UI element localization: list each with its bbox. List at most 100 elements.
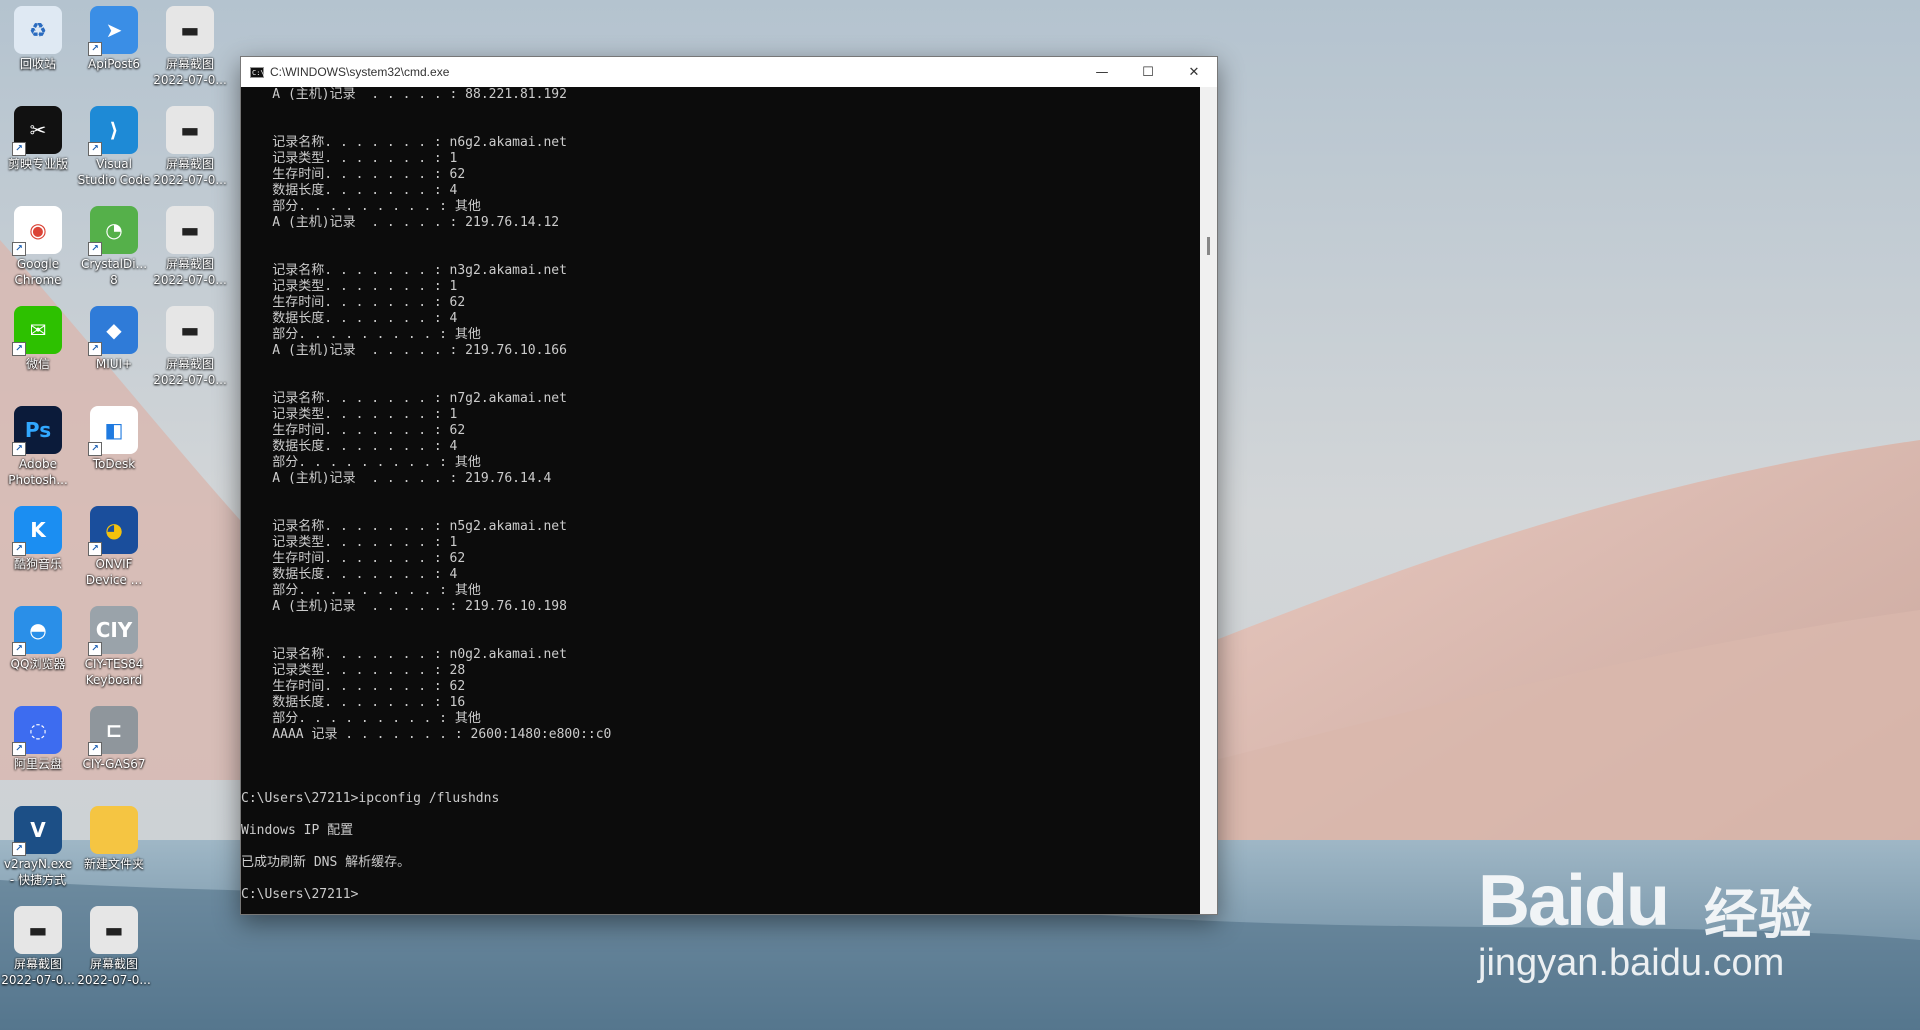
console-output[interactable]: A (主机)记录 . . . . . : 88.221.81.192 记录名称.… [241,87,1200,914]
console-line: 生存时间. . . . . . . : 62 [241,551,466,566]
console-line: A (主机)记录 . . . . . : 88.221.81.192 [241,87,567,102]
desktop-shortcut[interactable]: ✉ ↗ 微信 [2,306,74,372]
desktop-shortcut[interactable]: K ↗ 酷狗音乐 [2,506,74,572]
desktop-shortcut[interactable]: ◔ ↗ CrystalDi... 8 [78,206,150,288]
console-line [241,359,1200,375]
wechat-icon: ✉ ↗ [12,306,62,356]
recycle-bin-icon: ♻ [14,6,62,54]
console-line [241,839,1200,855]
desktop-shortcut[interactable]: 新建文件夹 [78,806,150,872]
shortcut-arrow-icon: ↗ [88,242,102,256]
desktop-icon-label: 新建文件夹 [83,857,144,871]
console-line: C:\Users\27211> [241,887,359,902]
civ-gas67-icon: ⊏ ↗ [88,706,138,756]
desktop-icon-label: 酷狗音乐 [13,557,62,571]
desktop-shortcut[interactable]: ⊏ ↗ CIY-GAS67 [78,706,150,772]
shortcut-arrow-icon: ↗ [12,742,26,756]
console-line [241,775,1200,791]
shortcut-arrow-icon: ↗ [88,442,102,456]
desktop-shortcut[interactable]: Ps ↗ Adobe Photosh... [2,406,74,488]
desktop-icon-label: 阿里云盘 [13,757,62,771]
photoshop-icon: Ps ↗ [12,406,62,456]
console-line: 生存时间. . . . . . . : 62 [241,423,466,438]
console-line: 记录名称. . . . . . . : n5g2.akamai.net [241,519,567,534]
desktop-shortcut[interactable]: ▬ 屏幕截图 2022-07-0... [1,906,75,988]
shortcut-arrow-icon: ↗ [12,142,26,156]
onvif-icon: ◕ ↗ [88,506,138,556]
desktop-shortcut[interactable]: ◓ ↗ QQ浏览器 [2,606,74,672]
shortcut-arrow-icon: ↗ [12,642,26,656]
desktop-icon-label: 屏幕截图 2022-07-0... [153,157,227,187]
desktop-shortcut[interactable]: ➤ ↗ ApiPost6 [78,6,150,72]
console-line: 记录名称. . . . . . . : n6g2.akamai.net [241,135,567,150]
desktop-shortcut[interactable]: ▬ 屏幕截图 2022-07-0... [153,306,227,388]
shortcut-arrow-icon: ↗ [12,842,26,856]
desktop-icon-label: CIY-TES84 Keyboard [84,657,144,687]
desktop-icon-label: ToDesk [92,457,136,471]
watermark-url: jingyan.baidu.com [1478,942,1785,984]
desktop-shortcut[interactable]: ◌ ↗ 阿里云盘 [2,706,74,772]
window-title: C:\WINDOWS\system32\cmd.exe [270,65,450,79]
close-button[interactable]: ✕ [1171,57,1217,87]
desktop-shortcut[interactable]: ▬ 屏幕截图 2022-07-0... [153,6,227,88]
scrollbar-thumb[interactable] [1207,237,1210,255]
desktop-shortcut[interactable]: ◧ ↗ ToDesk [78,406,150,472]
console-line: 记录类型. . . . . . . : 1 [241,407,458,422]
desktop-shortcut[interactable]: ♻ 回收站 [2,6,74,72]
shortcut-arrow-icon: ↗ [88,742,102,756]
vertical-scrollbar[interactable] [1200,87,1217,914]
desktop-icon-label: 屏幕截图 2022-07-0... [153,57,227,87]
console-line: Windows IP 配置 [241,823,354,838]
console-line [241,743,1200,759]
desktop-icon-label: QQ浏览器 [10,657,66,671]
desktop-shortcut[interactable]: V ↗ v2rayN.exe - 快捷方式 [2,806,74,888]
console-line [241,871,1200,887]
cmd-window[interactable]: C:\ C:\WINDOWS\system32\cmd.exe — ☐ ✕ A … [240,56,1218,915]
desktop-shortcut[interactable]: ⟩ ↗ Visual Studio Code [78,106,150,188]
console-line [241,375,1200,391]
console-line [241,631,1200,647]
shortcut-arrow-icon: ↗ [88,342,102,356]
chrome-icon: ◉ ↗ [12,206,62,256]
desktop-shortcut[interactable]: ▬ 屏幕截图 2022-07-0... [77,906,151,988]
console-line [241,503,1200,519]
desktop-shortcut[interactable]: ◆ ↗ MIUI+ [78,306,150,372]
console-line: 记录名称. . . . . . . : n0g2.akamai.net [241,647,567,662]
aliyun-drive-icon: ◌ ↗ [12,706,62,756]
console-line [241,807,1200,823]
desktop-icon-label: v2rayN.exe - 快捷方式 [3,857,73,887]
console-line: A (主机)记录 . . . . . : 219.76.10.166 [241,343,567,358]
console-line: 生存时间. . . . . . . : 62 [241,167,466,182]
desktop-shortcut[interactable]: ▬ 屏幕截图 2022-07-0... [153,206,227,288]
desktop-shortcut[interactable]: ✂ ↗ 剪映专业版 [2,106,74,172]
desktop-shortcut[interactable]: ▬ 屏幕截图 2022-07-0... [153,106,227,188]
minimize-button[interactable]: — [1079,57,1125,87]
console-line: 生存时间. . . . . . . : 62 [241,295,466,310]
console-line: 部分. . . . . . . . . : 其他 [241,583,481,598]
qq-browser-icon: ◓ ↗ [12,606,62,656]
console-line: 记录类型. . . . . . . : 1 [241,279,458,294]
shortcut-arrow-icon: ↗ [88,542,102,556]
desktop-shortcut[interactable]: ◉ ↗ Google Chrome [2,206,74,288]
miui-icon: ◆ ↗ [88,306,138,356]
console-line: 部分. . . . . . . . . : 其他 [241,455,481,470]
desktop-icon-label: 屏幕截图 2022-07-0... [153,257,227,287]
console-line: C:\Users\27211>ipconfig /flushdns [241,791,500,806]
desktop-icon-label: CIY-GAS67 [82,757,146,771]
desktop-shortcut[interactable]: CIY ↗ CIY-TES84 Keyboard [78,606,150,688]
capcut-icon: ✂ ↗ [12,106,62,156]
desktop-icon-label: 屏幕截图 2022-07-0... [1,957,75,987]
console-line: 部分. . . . . . . . . : 其他 [241,199,481,214]
title-bar[interactable]: C:\ C:\WINDOWS\system32\cmd.exe — ☐ ✕ [241,57,1217,87]
maximize-button[interactable]: ☐ [1125,57,1171,87]
kugou-icon: K ↗ [12,506,62,556]
desktop-shortcut[interactable]: ◕ ↗ ONVIF Device ... [78,506,150,588]
shortcut-arrow-icon: ↗ [88,642,102,656]
todesk-icon: ◧ ↗ [88,406,138,456]
console-line [241,231,1200,247]
screenshot-icon: ▬ [90,906,138,954]
civ-keyboard-icon: CIY ↗ [88,606,138,656]
desktop-icon-label: 回收站 [19,57,56,71]
baidu-watermark: Baidu 经验 jingyan.baidu.com [1470,820,1850,1000]
apipost-icon: ➤ ↗ [88,6,138,56]
